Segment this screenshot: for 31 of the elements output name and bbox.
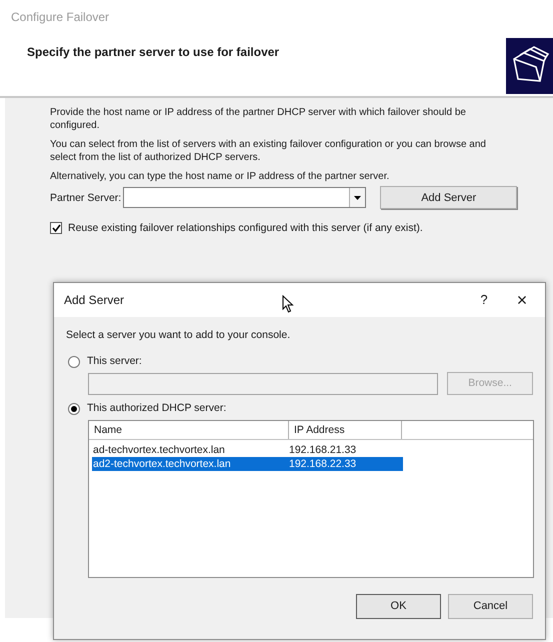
server-name-field[interactable] (88, 372, 438, 394)
instruction-text: Alternatively, you can type the host name or IP address of the partner server. (50, 170, 390, 183)
server-row[interactable]: ad2-techvortex.techvortex.lan 192.168.22.33 (92, 457, 403, 471)
radio-button[interactable] (68, 403, 80, 415)
dialog-button[interactable]: OK (356, 594, 441, 619)
dialog-title: Add Server (64, 292, 124, 309)
partner-server-combo[interactable] (123, 187, 366, 208)
radio-button[interactable] (68, 356, 80, 368)
instruction-text: Select a server you want to add to your console. (66, 328, 292, 343)
ip-address: 192.168.21.33 (289, 443, 358, 457)
server-name: ad2-techvortex.techvortex.lan (92, 457, 232, 471)
server-list[interactable]: Name IP Address ad-techvortex.techvortex.lan 192.168.21.33 ad2-techvortex.techvortex.lan 192.168.22.33 (88, 420, 534, 578)
close-button[interactable]: × (499, 286, 545, 314)
radio-label: This authorized DHCP server: (87, 401, 226, 416)
column-header[interactable]: IP Address (289, 421, 402, 439)
instruction-text: Provide the host name or IP address of the partner DHCP server with which failover should be configured. (50, 106, 467, 132)
server-row[interactable]: ad-techvortex.techvortex.lan 192.168.21.33 (92, 443, 403, 457)
add-server-button[interactable]: Add Server (380, 186, 518, 209)
server-name: ad-techvortex.techvortex.lan (92, 443, 226, 457)
mouse-pointer-icon (282, 295, 294, 313)
help-button[interactable]: ? (469, 290, 499, 310)
checkbox-label: Reuse existing failover relationships configured with this server (if any exist). (68, 221, 423, 235)
radio-label: This server: (87, 354, 142, 370)
checkbox[interactable] (50, 222, 62, 234)
field-label: Partner Server: (50, 190, 122, 204)
dialog-button[interactable]: Cancel (448, 594, 533, 619)
ip-address: 192.168.22.33 (289, 457, 358, 471)
page-heading: Specify the partner server to use for failover (26, 44, 280, 61)
instruction-text: You can select from the list of servers with an existing failover configuration or you can browse and select from the list of authorized DHCP servers. (50, 138, 487, 164)
column-header[interactable]: Name (89, 421, 289, 439)
window-title: Configure Failover (10, 9, 110, 26)
